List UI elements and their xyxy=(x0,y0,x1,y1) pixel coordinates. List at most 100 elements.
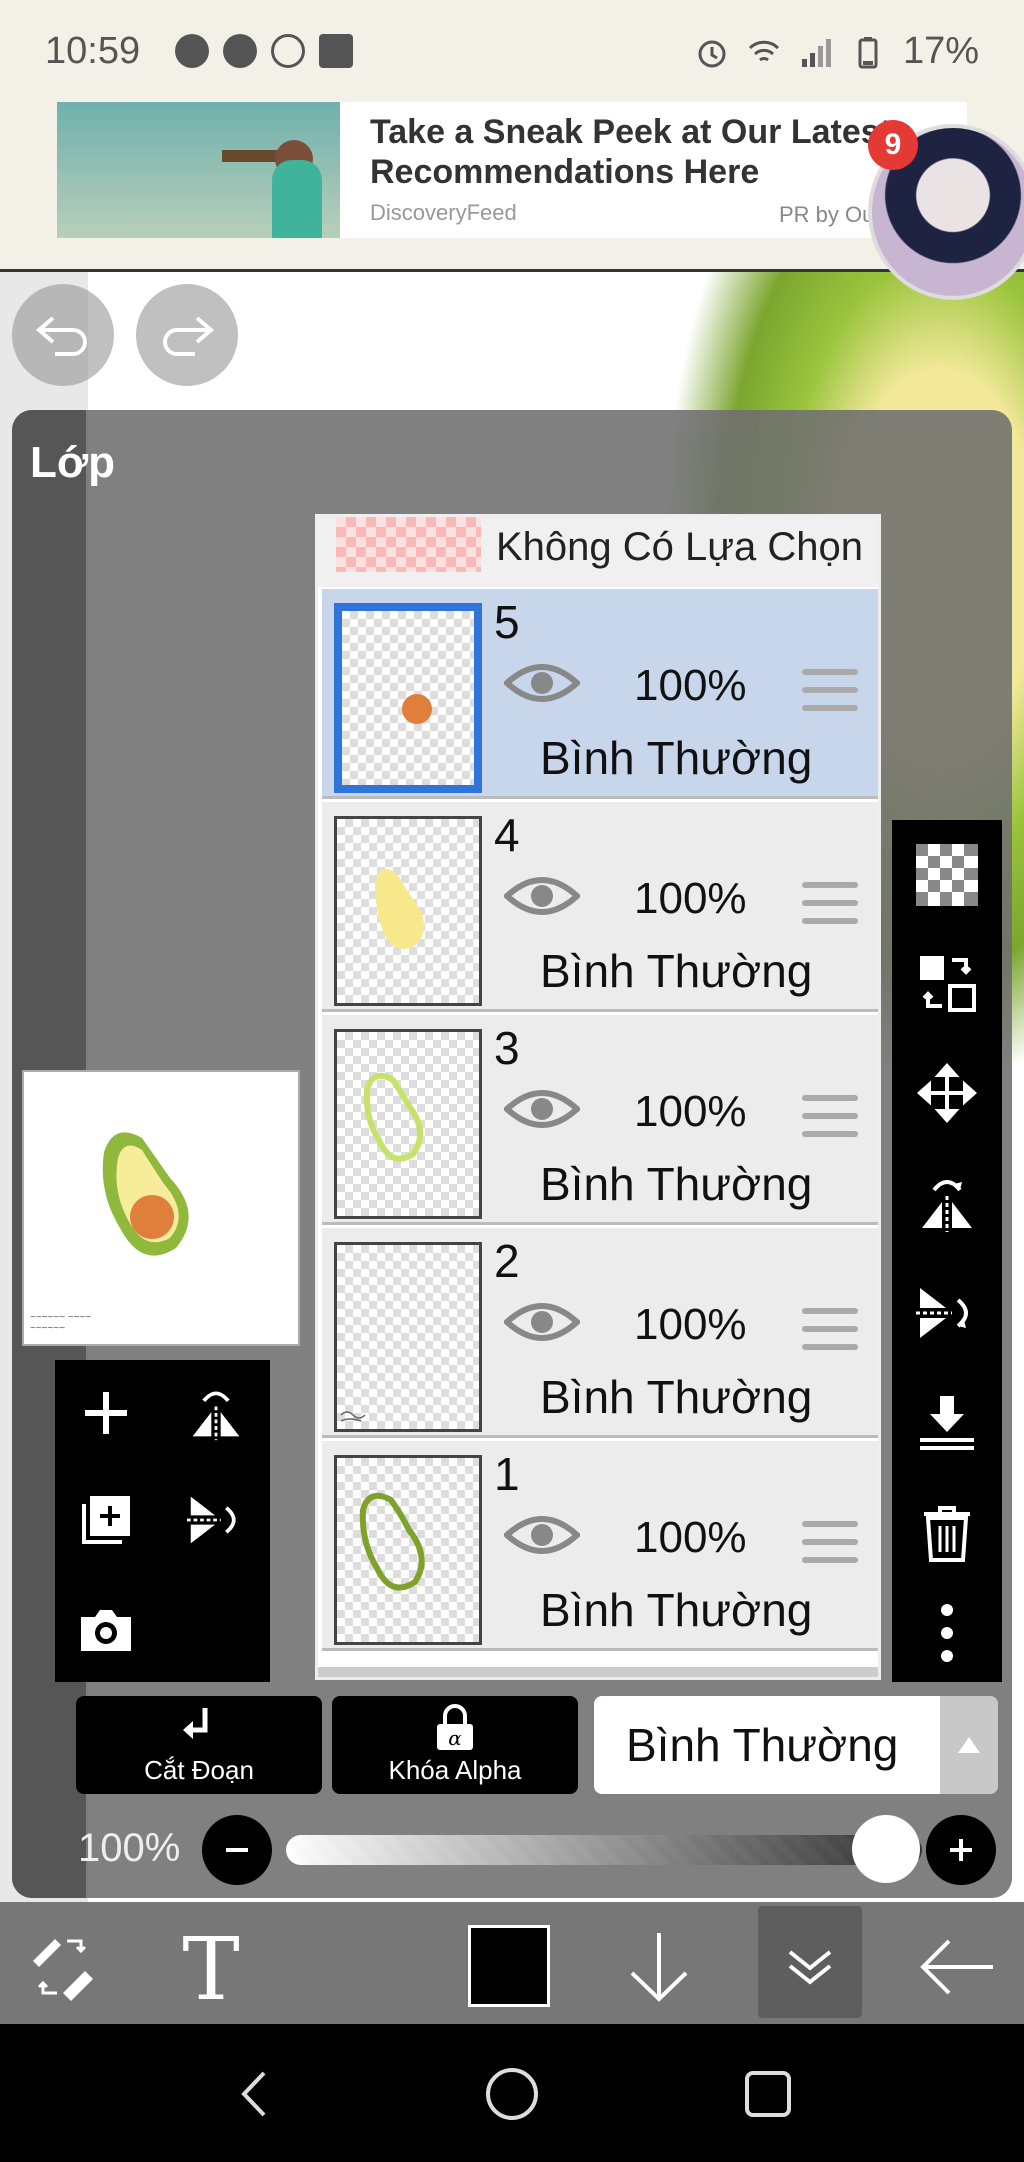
camera-import-button[interactable] xyxy=(71,1595,141,1665)
minus-icon xyxy=(226,1848,248,1852)
visibility-eye-icon[interactable] xyxy=(504,1296,580,1348)
blend-mode-value: Bình Thường xyxy=(626,1719,899,1771)
delete-layer-button[interactable] xyxy=(914,1500,980,1566)
layer-row-2[interactable]: 2 100% Bình Thường xyxy=(322,1228,878,1438)
merge-down-button[interactable] xyxy=(914,1390,980,1456)
system-nav-bar xyxy=(0,2024,1024,2162)
layer-actions-toolbar xyxy=(892,820,1002,1682)
flip-vertical-layer-button[interactable] xyxy=(181,1485,251,1555)
text-icon: T xyxy=(182,1927,239,2007)
ad-image xyxy=(57,102,340,238)
alarm-icon xyxy=(698,40,726,67)
layer-opacity: 100% xyxy=(634,661,747,710)
layer-thumbnail xyxy=(334,816,482,1006)
canvas-preview[interactable]: ~~~~~~ ~~~~ ~~~~~~ xyxy=(22,1070,300,1346)
visibility-eye-icon[interactable] xyxy=(504,1509,580,1561)
layer-opacity: 100% xyxy=(634,1300,747,1349)
merge-down-icon xyxy=(920,1396,974,1450)
layer-number: 1 xyxy=(494,1448,520,1500)
visibility-eye-icon[interactable] xyxy=(504,870,580,922)
swap-layer-button[interactable] xyxy=(914,950,980,1016)
plus-icon xyxy=(85,1392,127,1434)
tool-switch-button[interactable] xyxy=(18,1922,108,2012)
layer-row-5[interactable]: 5 100% Bình Thường xyxy=(322,589,878,799)
layer-list-scrollbar[interactable] xyxy=(318,1667,878,1677)
visibility-eye-icon[interactable] xyxy=(504,1083,580,1135)
no-selection-row[interactable]: Không Có Lựa Chọn xyxy=(318,517,878,587)
layer-opacity: 100% xyxy=(634,1513,747,1562)
nav-back-icon xyxy=(241,2071,266,2117)
opacity-decrease-button[interactable] xyxy=(202,1815,272,1885)
swap-icon xyxy=(920,956,976,1012)
drag-handle-icon[interactable] xyxy=(802,669,858,711)
chat-badge: 9 xyxy=(868,120,918,170)
ad-box[interactable]: Take a Sneak Peek at Our Latest Recommen… xyxy=(57,102,967,238)
transparent-fill-button[interactable] xyxy=(914,842,980,908)
flip-horizontal-icon xyxy=(922,1180,972,1232)
layers-panel-toggle[interactable] xyxy=(758,1906,862,2018)
layer-thumbnail xyxy=(334,603,482,793)
layer-list[interactable]: Không Có Lựa Chọn 5 100% Bình Thường 4 1… xyxy=(315,514,881,1680)
messenger-outline-icon xyxy=(271,34,305,68)
messenger-icon xyxy=(175,34,209,68)
nav-home-button[interactable] xyxy=(482,2064,542,2124)
current-color-swatch[interactable] xyxy=(468,1925,550,2007)
drag-handle-icon[interactable] xyxy=(802,1521,858,1563)
opacity-slider-thumb[interactable] xyxy=(852,1815,920,1883)
layer-number: 5 xyxy=(494,596,520,648)
redo-button[interactable] xyxy=(136,284,238,386)
layer-row-1[interactable]: 1 100% Bình Thường xyxy=(322,1441,878,1651)
svg-text:α: α xyxy=(448,1726,462,1750)
plus-icon xyxy=(950,1839,972,1861)
text-tool-button[interactable]: T xyxy=(166,1922,256,2012)
layer-blend-mode: Bình Thường xyxy=(540,1158,813,1210)
clipping-button[interactable]: Cắt Đoạn xyxy=(76,1696,322,1794)
layer-thumbnail xyxy=(334,1029,482,1219)
back-arrow-button[interactable] xyxy=(912,1922,1002,2012)
layer-blend-mode: Bình Thường xyxy=(540,945,813,997)
blend-mode-dropdown-arrow[interactable] xyxy=(940,1696,998,1794)
clip-arrow-icon xyxy=(183,1708,208,1739)
more-options-button[interactable] xyxy=(914,1600,980,1666)
chevron-up-icon xyxy=(958,1737,980,1753)
lock-icon: α xyxy=(437,1704,473,1750)
redo-icon xyxy=(163,316,215,356)
move-layer-down-button[interactable] xyxy=(614,1922,704,2012)
drag-handle-icon[interactable] xyxy=(802,1308,858,1350)
duplicate-layer-button[interactable] xyxy=(71,1485,141,1555)
opacity-increase-button[interactable] xyxy=(926,1815,996,1885)
layer-row-4[interactable]: 4 100% Bình Thường xyxy=(322,802,878,1012)
move-button[interactable] xyxy=(914,1060,980,1126)
flip-layer-button[interactable] xyxy=(181,1378,251,1448)
layer-blend-mode: Bình Thường xyxy=(540,1371,813,1423)
nav-back-button[interactable] xyxy=(224,2064,284,2124)
drag-handle-icon[interactable] xyxy=(802,882,858,924)
chevron-double-down-icon xyxy=(788,1950,832,1985)
notification-icons xyxy=(175,34,353,68)
blend-mode-select[interactable]: Bình Thường xyxy=(594,1696,998,1794)
signal-icon xyxy=(801,38,831,67)
status-bar: 10:59 17% xyxy=(0,0,1024,100)
opacity-slider-track[interactable] xyxy=(286,1835,922,1865)
status-time: 10:59 xyxy=(45,30,141,72)
layer-blend-mode: Bình Thường xyxy=(540,1584,813,1636)
more-vertical-icon xyxy=(941,1604,953,1662)
visibility-eye-icon[interactable] xyxy=(504,657,580,709)
layer-row-3[interactable]: 3 100% Bình Thường xyxy=(322,1015,878,1225)
checkerboard-icon xyxy=(916,844,978,906)
flip-vertical-button[interactable] xyxy=(914,1280,980,1346)
drag-handle-icon[interactable] xyxy=(802,1095,858,1137)
battery-icon xyxy=(858,36,878,68)
ad-banner[interactable]: Take a Sneak Peek at Our Latest Recommen… xyxy=(0,100,1024,272)
alpha-lock-label: Khóa Alpha xyxy=(388,1755,522,1785)
undo-button[interactable] xyxy=(12,284,114,386)
undo-icon xyxy=(35,316,87,356)
add-layer-button[interactable] xyxy=(71,1378,141,1448)
no-selection-label: Không Có Lựa Chọn xyxy=(496,525,864,569)
alpha-lock-button[interactable]: α Khóa Alpha xyxy=(332,1696,578,1794)
duplicate-icon xyxy=(82,1496,130,1544)
flip-horizontal-button[interactable] xyxy=(914,1170,980,1236)
system-status: 17% xyxy=(695,30,979,73)
nav-recents-button[interactable] xyxy=(738,2064,798,2124)
camera-icon xyxy=(81,1610,131,1651)
